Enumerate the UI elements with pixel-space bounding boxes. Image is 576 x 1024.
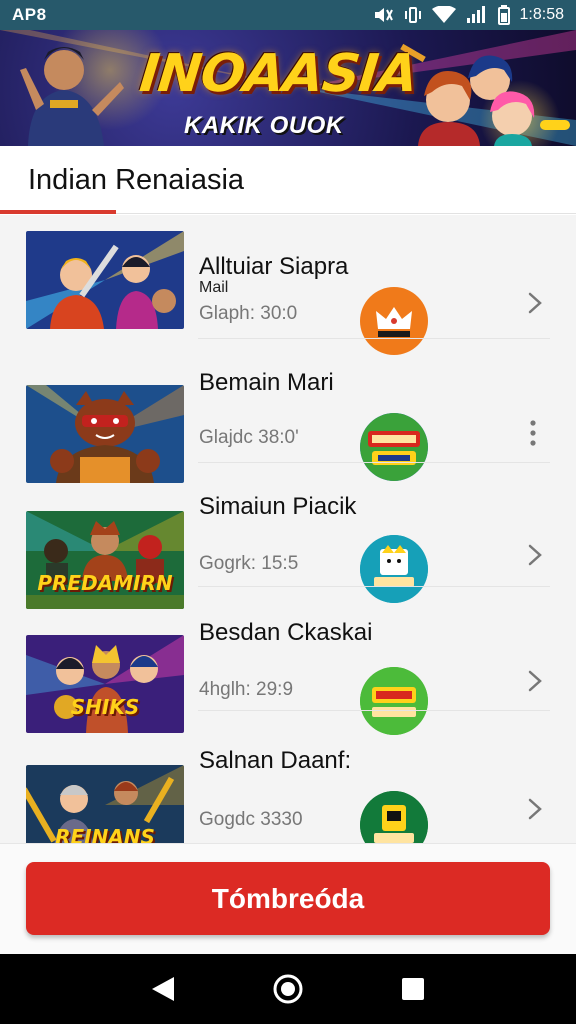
list-item[interactable]: Alltuiar Siapra Mail Glaph: 30:0 <box>0 215 576 355</box>
section-tab-indicator <box>0 210 116 214</box>
item-meta: Glajdc 38:0' <box>199 427 299 448</box>
item-meta: 4hglh: 29:9 <box>199 679 294 700</box>
carrier-label: AP8 <box>12 5 47 24</box>
recent-apps-icon[interactable] <box>393 969 433 1009</box>
game-thumbnail: REINANS <box>26 765 184 843</box>
status-bar: AP8 1:8:58 <box>0 0 576 30</box>
banner-title: INOAASIA <box>136 44 420 104</box>
primary-action-button[interactable]: Tómbreóda <box>26 862 550 935</box>
vibrate-icon <box>404 6 422 24</box>
thumbnail-caption: REINANS <box>55 825 155 843</box>
chevron-right-icon[interactable] <box>520 667 548 695</box>
home-icon[interactable] <box>268 969 308 1009</box>
publisher-badge <box>360 791 428 843</box>
section-header: Indian Renaiasia <box>0 146 576 214</box>
back-icon[interactable] <box>143 969 183 1009</box>
clock: 1:8:58 <box>519 6 564 23</box>
list-item[interactable]: SHIKS Besdan Ckaskai 4hglh: 29:9 <box>0 587 576 735</box>
system-nav-bar <box>0 954 576 1024</box>
item-title: Besdan Ckaskai <box>199 619 373 646</box>
banner-subtitle: KAKIK OUOK <box>184 112 344 139</box>
status-icons: 1:8:58 <box>372 5 564 25</box>
chevron-right-icon[interactable] <box>520 795 548 823</box>
battery-icon <box>497 5 510 25</box>
section-title: Indian Renaiasia <box>28 164 245 196</box>
signal-icon <box>466 6 488 24</box>
game-thumbnail <box>26 231 184 329</box>
mute-icon <box>372 6 394 24</box>
item-meta: Glaph: 30:0 <box>199 303 298 324</box>
game-list[interactable]: Alltuiar Siapra Mail Glaph: 30:0 Bemain … <box>0 215 576 843</box>
promo-banner[interactable]: INOAASIA KAKIK OUOK <box>0 30 576 146</box>
chevron-right-icon[interactable] <box>520 289 548 317</box>
item-title: Simaiun Piacik <box>199 493 357 520</box>
chevron-right-icon[interactable] <box>520 541 548 569</box>
crown-icon <box>376 307 412 337</box>
list-item[interactable]: PREDAMIRN Simaiun Piacik Gogrk: 15:5 <box>0 463 576 609</box>
item-subtitle: Mail <box>199 279 229 296</box>
publisher-logo-icon <box>360 791 428 843</box>
bottom-action-area: Tómbreóda <box>0 843 576 954</box>
item-title: Salnan Daanf: <box>199 747 352 774</box>
item-meta: Gogrk: 15:5 <box>199 553 299 574</box>
list-item[interactable]: REINANS Salnan Daanf: Gogdc 3330 <box>0 711 576 843</box>
list-item[interactable]: Bemain Mari Glajdc 38:0' <box>0 339 576 483</box>
item-title: Bemain Mari <box>199 369 334 396</box>
item-title: Alltuiar Siapra <box>199 253 349 280</box>
wifi-icon <box>431 6 456 24</box>
more-vertical-icon[interactable] <box>521 417 545 449</box>
item-meta: Gogdc 3330 <box>199 809 303 830</box>
